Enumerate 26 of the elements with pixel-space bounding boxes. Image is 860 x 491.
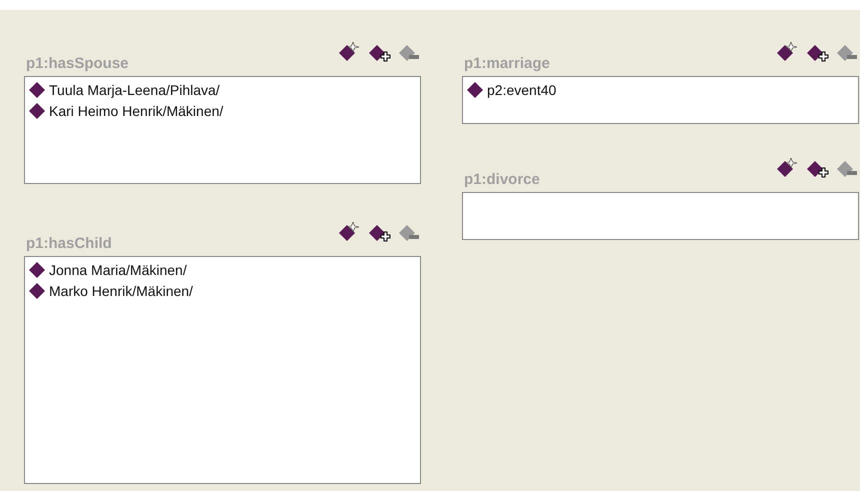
slot-label: p1:hasSpouse — [25, 55, 130, 72]
value-list[interactable]: Tuula Marja-Leena/Pihlava/ Kari Heimo Henrik/Mäkinen/ — [24, 76, 421, 184]
instance-icon — [28, 282, 46, 300]
value-list[interactable]: Jonna Maria/Mäkinen/ Marko Henrik/Mäkinen/ — [24, 256, 421, 484]
slot-label: p1:divorce — [463, 171, 541, 188]
add-instance-button[interactable] — [805, 42, 829, 64]
create-instance-button[interactable] — [337, 222, 361, 244]
instance-icon — [28, 260, 46, 278]
slot-label: p1:hasChild — [25, 235, 113, 252]
slot-label: p1:marriage — [463, 55, 551, 72]
create-instance-button[interactable] — [337, 42, 361, 64]
value-list[interactable]: p2:event40 — [462, 76, 859, 124]
create-instance-button[interactable] — [775, 42, 799, 64]
add-instance-button[interactable] — [367, 222, 391, 244]
instance-item[interactable]: Marko Henrik/Mäkinen/ — [49, 282, 193, 298]
add-instance-button[interactable] — [805, 158, 829, 180]
create-instance-button[interactable] — [775, 158, 799, 180]
instance-item[interactable]: Kari Heimo Henrik/Mäkinen/ — [49, 102, 224, 118]
instance-icon — [28, 80, 46, 98]
value-list[interactable] — [462, 192, 859, 240]
instance-item[interactable]: Tuula Marja-Leena/Pihlava/ — [49, 82, 220, 98]
add-instance-button[interactable] — [367, 42, 391, 64]
instance-item[interactable]: Jonna Maria/Mäkinen/ — [49, 262, 187, 278]
instance-icon — [466, 80, 484, 98]
instance-item[interactable]: p2:event40 — [487, 82, 556, 98]
instance-icon — [28, 102, 46, 120]
